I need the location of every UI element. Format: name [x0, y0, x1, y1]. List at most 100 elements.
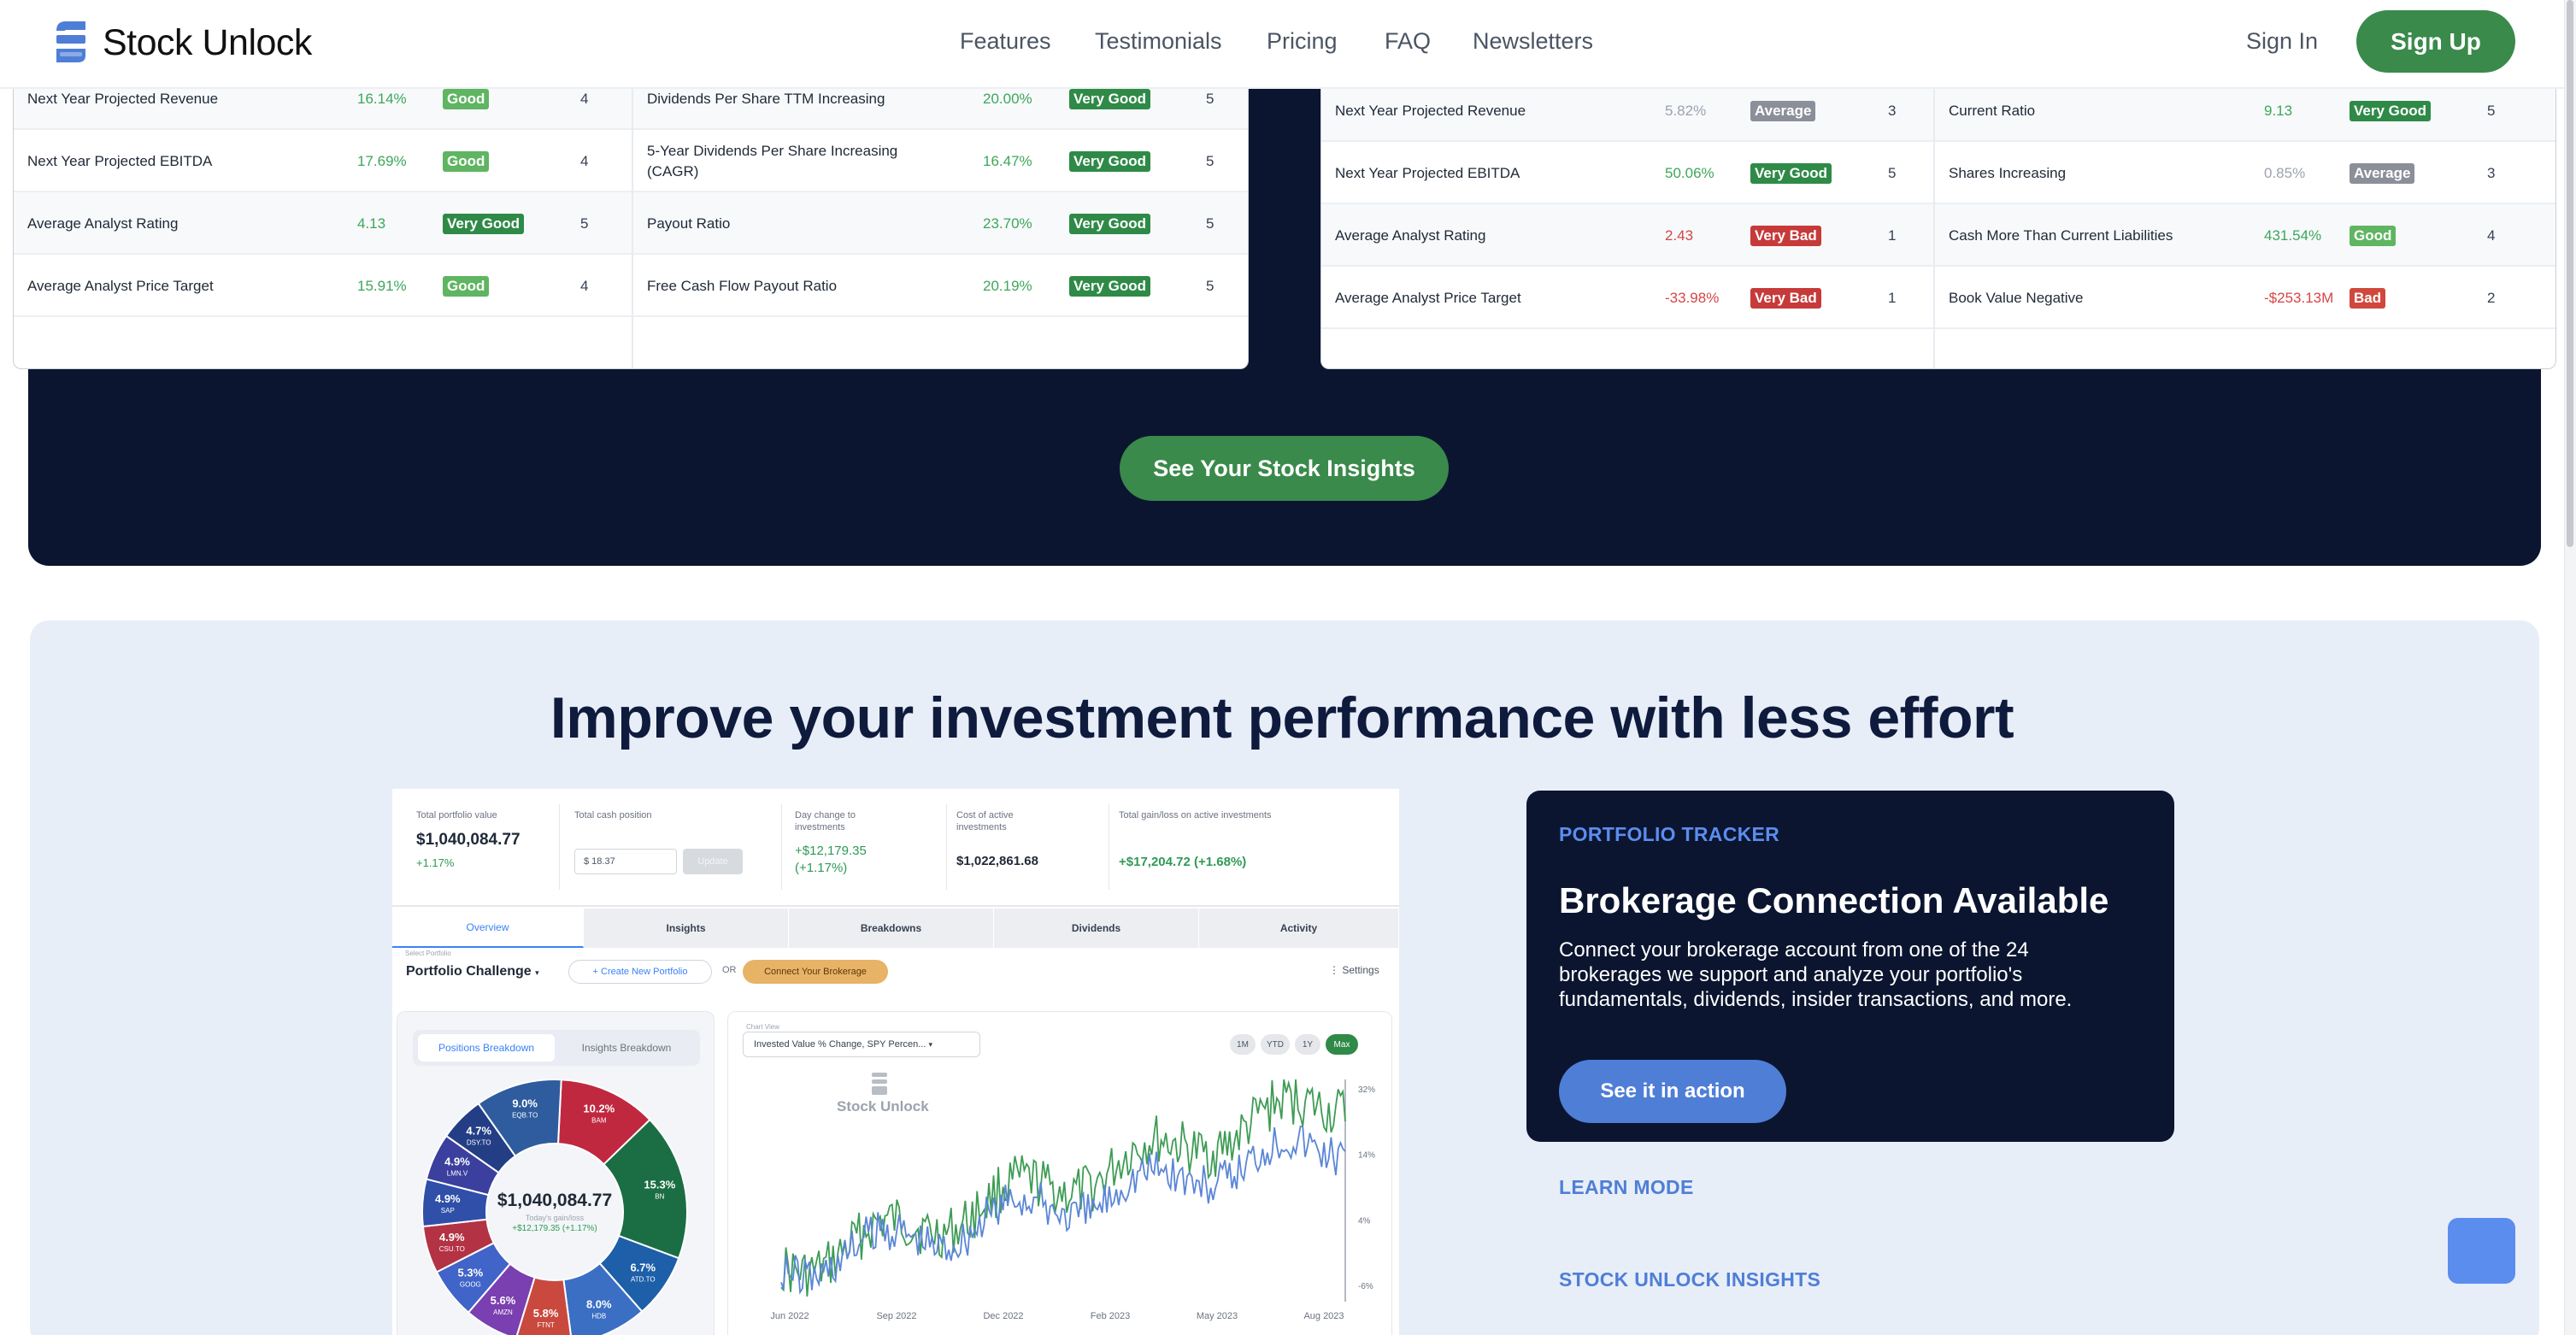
slice-ticker: HDB — [591, 1312, 606, 1320]
update-cash-button[interactable]: Update — [683, 849, 743, 874]
portfolio-select[interactable]: Portfolio Challenge ▾ — [401, 958, 560, 985]
metric-score: 5 — [1206, 277, 1214, 294]
cost-value: $1,022,861.68 — [956, 854, 1038, 868]
metric-row: Free Cash Flow Payout Ratio 20.19% Very Go… — [633, 255, 1248, 317]
nav-newsletters[interactable]: Newsletters — [1473, 26, 1593, 56]
x-axis-label: Aug 2023 — [1303, 1311, 1344, 1321]
stat-label: Total gain/loss on active investments — [1119, 810, 1272, 820]
metric-name: Average Analyst Rating — [27, 215, 179, 232]
tab-insights[interactable]: Insights — [584, 909, 789, 948]
metric-name: Book Value Negative — [1949, 289, 2084, 306]
slice-ticker: LMN.V — [447, 1170, 468, 1178]
metric-value: 431.54% — [2264, 226, 2322, 244]
learn-mode-tab[interactable]: LEARN MODE — [1559, 1176, 1694, 1199]
y-axis-label: 14% — [1358, 1151, 1375, 1161]
divider — [559, 804, 560, 890]
donut-change: +$12,179.35 (+1.17%) — [512, 1224, 597, 1233]
metric-score: 4 — [580, 152, 589, 169]
metric-score: 5 — [580, 215, 589, 232]
nav-testimonials[interactable]: Testimonials — [1095, 26, 1222, 56]
metric-row: Cash More Than Current Liabilities 431.54… — [1935, 204, 2555, 267]
connect-brokerage-button[interactable]: Connect Your Brokerage — [743, 960, 888, 984]
slice-percent: 5.3% — [458, 1267, 484, 1279]
see-it-in-action-button[interactable]: See it in action — [1559, 1060, 1786, 1123]
range-1y-button[interactable]: 1Y — [1295, 1034, 1320, 1055]
slice-percent: 15.3% — [644, 1178, 675, 1191]
rating-badge: Bad — [2350, 288, 2386, 309]
metric-value: 16.47% — [983, 152, 1032, 169]
section-title: Improve your investment performance with… — [550, 685, 2014, 750]
range-ytd-button[interactable]: YTD — [1261, 1034, 1290, 1055]
scrollbar-thumb[interactable] — [2567, 0, 2573, 547]
sign-in-link[interactable]: Sign In — [2246, 26, 2318, 56]
chart-view-select[interactable]: Invested Value % Change, SPY Percen... ▾ — [743, 1032, 980, 1057]
metric-value: 17.69% — [357, 152, 407, 169]
rating-badge: Good — [2350, 226, 2397, 246]
chat-widget-icon[interactable] — [2448, 1218, 2515, 1284]
slice-ticker: DSY.TO — [467, 1138, 491, 1146]
metric-name: Average Analyst Rating — [1335, 226, 1486, 244]
cash-input[interactable]: $ 18.37 — [574, 849, 677, 874]
slice-ticker: ATD.TO — [631, 1275, 656, 1283]
metric-name: Free Cash Flow Payout Ratio — [647, 277, 838, 294]
donut-subtitle: Today's gain/loss — [525, 1214, 585, 1222]
create-portfolio-button[interactable]: + Create New Portfolio — [568, 960, 712, 984]
rating-badge: Good — [443, 151, 490, 172]
tab-overview[interactable]: Overview — [392, 909, 584, 948]
metric-value: 23.70% — [983, 215, 1032, 232]
slice-ticker: CSU.TO — [439, 1245, 465, 1253]
metric-score: 5 — [1206, 152, 1214, 169]
breakdown-toggle: Positions Breakdown Insights Breakdown — [413, 1030, 700, 1066]
positions-breakdown-tab[interactable]: Positions Breakdown — [418, 1034, 555, 1062]
nav-faq[interactable]: FAQ — [1385, 26, 1431, 56]
total-gain: +$17,204.72 (+1.68%) — [1119, 855, 1247, 869]
rating-badge: Very Good — [1069, 214, 1151, 234]
slice-percent: 4.7% — [466, 1124, 491, 1137]
stock-unlock-insights-tab[interactable]: STOCK UNLOCK INSIGHTS — [1559, 1268, 1820, 1291]
rating-badge: Very Good — [1069, 89, 1151, 109]
tab-activity[interactable]: Activity — [1199, 909, 1399, 948]
divider — [946, 804, 947, 890]
sign-up-button[interactable]: Sign Up — [2356, 10, 2515, 73]
metric-value: 20.19% — [983, 277, 1032, 294]
range-1m-button[interactable]: 1M — [1230, 1034, 1256, 1055]
metric-row: Average Analyst Rating 2.43 Very Bad 1 — [1321, 204, 1933, 267]
portfolio-label: Select Portfolio — [405, 950, 451, 957]
metric-row: Payout Ratio 23.70% Very Good 5 — [633, 192, 1248, 255]
portfolio-stats: Total portfolio value $1,040,084.77 +1.1… — [392, 789, 1399, 907]
chevron-down-icon: ▾ — [535, 968, 539, 977]
x-axis-label: May 2023 — [1197, 1311, 1238, 1321]
slice-ticker: FTNT — [537, 1321, 555, 1329]
rating-badge: Average — [2350, 163, 2415, 184]
rating-badge: Very Good — [1750, 163, 1832, 184]
slice-percent: 4.9% — [444, 1156, 470, 1168]
settings-link[interactable]: ⋮ Settings — [1329, 964, 1379, 976]
range-max-button[interactable]: Max — [1326, 1034, 1358, 1055]
slice-percent: 9.0% — [512, 1097, 538, 1109]
see-insights-button[interactable]: See Your Stock Insights — [1120, 436, 1449, 501]
tab-dividends[interactable]: Dividends — [994, 909, 1199, 948]
metric-row: Average Analyst Price Target -33.98% Very … — [1321, 267, 1933, 329]
nav-pricing[interactable]: Pricing — [1267, 26, 1338, 56]
metric-score: 5 — [1888, 164, 1897, 181]
slice-percent: 5.6% — [491, 1294, 516, 1307]
day-change: +$12,179.35 (+1.17%) — [795, 844, 867, 875]
insights-breakdown-tab[interactable]: Insights Breakdown — [558, 1034, 695, 1062]
nav-features[interactable]: Features — [960, 26, 1051, 56]
stat-label: Total portfolio value — [416, 810, 497, 820]
stat-label: Day change to investments — [795, 810, 856, 832]
spy-series-line — [780, 1125, 1346, 1295]
slice-percent: 10.2% — [583, 1103, 615, 1115]
metric-name: Next Year Projected EBITDA — [27, 152, 213, 169]
y-axis-label: -6% — [1358, 1282, 1373, 1291]
tab-breakdowns[interactable]: Breakdowns — [789, 909, 994, 948]
stack-logo-icon[interactable] — [51, 19, 89, 65]
metric-score: 1 — [1888, 226, 1897, 244]
metric-value: -33.98% — [1665, 289, 1720, 306]
metric-name: Average Analyst Price Target — [1335, 289, 1521, 306]
brand-name[interactable]: Stock Unlock — [103, 19, 312, 67]
metric-name: 5-Year Dividends Per Share Increasing (C… — [647, 142, 898, 179]
rating-badge: Average — [1750, 101, 1816, 121]
feature-title: Brokerage Connection Available — [1559, 880, 2109, 920]
slice-ticker: EQB.TO — [512, 1111, 538, 1119]
